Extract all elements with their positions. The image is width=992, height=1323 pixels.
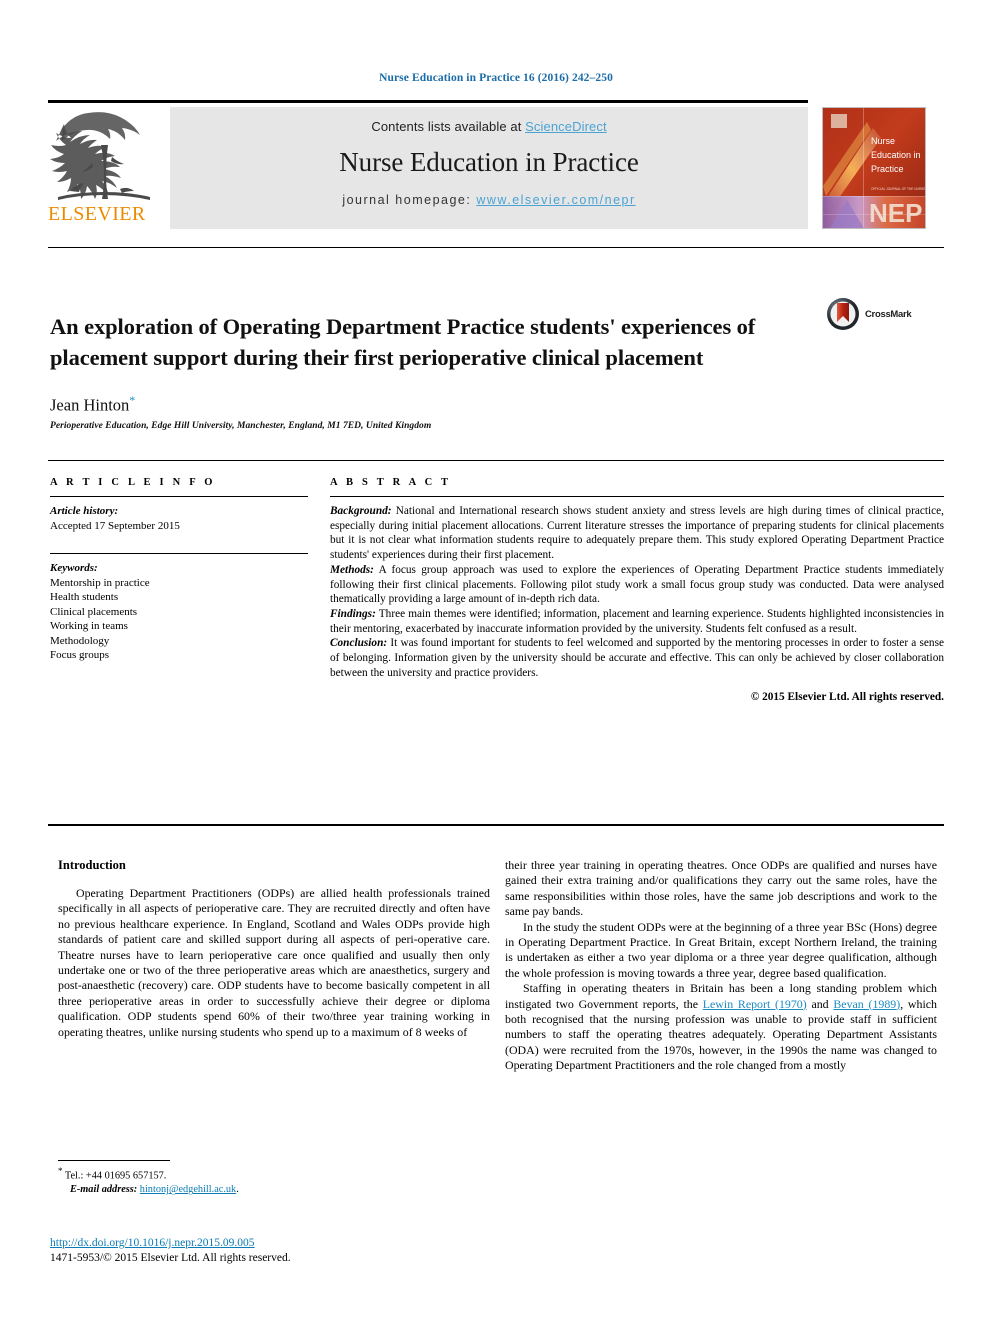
- citation-link-lewin-report[interactable]: Lewin Report (1970): [703, 997, 807, 1011]
- keywords-block: Keywords: Mentorship in practice Health …: [50, 561, 308, 663]
- abstract-section-background: Background: National and International r…: [330, 504, 944, 563]
- author-email-link[interactable]: hintonj@edgehill.ac.uk: [140, 1184, 236, 1195]
- footnote-email-suffix: .: [236, 1184, 239, 1196]
- body-paragraph: Operating Department Practitioners (ODPs…: [58, 886, 490, 1039]
- svg-text:Nurse: Nurse: [871, 136, 895, 146]
- abstract-section-findings: Findings: Three main themes were identif…: [330, 607, 944, 636]
- abstract-lead-background: Background:: [330, 505, 392, 517]
- abstract-column: A B S T R A C T Background: National and…: [330, 477, 944, 703]
- body-right-column: their three year training in operating t…: [505, 858, 937, 1074]
- body-text-part: and: [806, 996, 834, 1011]
- article-history: Article history: Accepted 17 September 2…: [50, 504, 308, 533]
- doi-link[interactable]: http://dx.doi.org/10.1016/j.nepr.2015.09…: [50, 1237, 255, 1249]
- abstract-rule: [330, 496, 944, 497]
- author-affiliation: Perioperative Education, Edge Hill Unive…: [50, 421, 432, 431]
- abstract-top-rule: [48, 460, 944, 461]
- article-info-column: A R T I C L E I N F O Article history: A…: [50, 477, 308, 663]
- sciencedirect-link[interactable]: ScienceDirect: [525, 119, 607, 134]
- masthead-top-rule: [48, 100, 808, 103]
- svg-text:Education in: Education in: [871, 150, 921, 160]
- author-name: Jean Hinton*: [50, 393, 135, 416]
- abstract-section-methods: Methods: A focus group approach was used…: [330, 563, 944, 607]
- article-history-value: Accepted 17 September 2015: [50, 519, 180, 532]
- crossmark-badge[interactable]: CrossMark: [826, 293, 936, 335]
- abstract-text-background: National and International research show…: [330, 505, 944, 562]
- contents-prefix: Contents lists available at: [371, 119, 526, 134]
- crossmark-label: CrossMark: [865, 308, 912, 320]
- title-divider: [48, 247, 944, 248]
- abstract-text-conclusion: It was found important for students to f…: [330, 637, 944, 679]
- running-head: Nurse Education in Practice 16 (2016) 24…: [379, 72, 613, 84]
- footnote-email-line: E-mail address: hintonj@edgehill.ac.uk.: [58, 1183, 478, 1197]
- page-title: An exploration of Operating Department P…: [50, 314, 756, 371]
- author-name-text: Jean Hinton: [50, 395, 130, 415]
- footnote-rule: [58, 1160, 170, 1161]
- journal-homepage-link[interactable]: www.elsevier.com/nepr: [476, 193, 635, 207]
- keyword-item: Working in teams: [50, 620, 128, 632]
- abstract-copyright: © 2015 Elsevier Ltd. All rights reserved…: [750, 691, 944, 704]
- svg-text:OFFICIAL JOURNAL OF THE NURSE: OFFICIAL JOURNAL OF THE NURSE EDUCATION: [871, 187, 926, 191]
- elsevier-tree-icon: [50, 112, 150, 200]
- abstract-lead-methods: Methods:: [330, 563, 374, 576]
- elsevier-logo[interactable]: ELSEVIER: [48, 107, 166, 229]
- keyword-item: Health students: [50, 591, 119, 603]
- svg-text:Practice: Practice: [871, 164, 904, 174]
- svg-text:NEP: NEP: [869, 198, 922, 228]
- article-history-label: Article history:: [50, 505, 119, 517]
- article-info-rule-2: [50, 553, 308, 554]
- keyword-item: Mentorship in practice: [50, 576, 150, 589]
- homepage-prefix: journal homepage:: [342, 193, 477, 207]
- elsevier-wordmark: ELSEVIER: [48, 203, 146, 225]
- citation-link-bevan[interactable]: Bevan (1989): [833, 997, 900, 1011]
- body-left-column: Introduction Operating Department Practi…: [58, 858, 490, 1040]
- journal-homepage-line: journal homepage: www.elsevier.com/nepr: [170, 178, 808, 207]
- footer-doi-block: http://dx.doi.org/10.1016/j.nepr.2015.09…: [50, 1236, 550, 1266]
- keywords-list: Mentorship in practice Health students C…: [50, 576, 308, 663]
- author-footnote-marker[interactable]: *: [129, 393, 135, 407]
- abstract-lead-findings: Findings:: [330, 607, 376, 620]
- abstract-text-findings: Three main themes were identified; infor…: [330, 607, 944, 635]
- keywords-label: Keywords:: [50, 562, 98, 574]
- journal-banner: Contents lists available at ScienceDirec…: [170, 107, 808, 229]
- body-paragraph: In the study the student ODPs were at th…: [505, 919, 937, 980]
- keyword-item: Clinical placements: [50, 605, 138, 618]
- journal-cover-thumbnail[interactable]: Nurse Education in Practice OFFICIAL JOU…: [822, 107, 926, 229]
- abstract-section-conclusion: Conclusion: It was found important for s…: [330, 636, 944, 680]
- abstract-text-methods: A focus group approach was used to explo…: [330, 563, 944, 606]
- article-info-heading: A R T I C L E I N F O: [50, 477, 216, 488]
- section-heading-introduction: Introduction: [58, 858, 126, 872]
- journal-article-page: Nurse Education in Practice 16 (2016) 24…: [0, 0, 992, 1323]
- body-paragraph-with-citations: Staffing in operating theaters in Britai…: [505, 981, 937, 1073]
- footnote-block: * Tel.: +44 01695 657157. E-mail address…: [58, 1164, 478, 1197]
- journal-cover-image: Nurse Education in Practice OFFICIAL JOU…: [823, 108, 926, 228]
- contents-available-line: Contents lists available at ScienceDirec…: [170, 107, 808, 134]
- body-paragraph: their three year training in operating t…: [505, 858, 937, 919]
- crossmark-icon: [827, 298, 859, 330]
- footnote-tel-line: * Tel.: +44 01695 657157.: [58, 1164, 478, 1183]
- article-info-rule-1: [50, 496, 308, 497]
- footnote-email-label: E-mail address:: [70, 1184, 138, 1196]
- issn-copyright: 1471-5953/© 2015 Elsevier Ltd. All right…: [50, 1252, 291, 1264]
- keyword-item: Focus groups: [50, 649, 109, 661]
- keyword-item: Methodology: [50, 634, 110, 647]
- abstract-bottom-rule: [48, 824, 944, 826]
- journal-title: Nurse Education in Practice: [339, 147, 639, 177]
- footnote-tel: Tel.: +44 01695 657157.: [62, 1170, 167, 1182]
- abstract-lead-conclusion: Conclusion:: [330, 637, 388, 650]
- abstract-heading: A B S T R A C T: [330, 477, 452, 488]
